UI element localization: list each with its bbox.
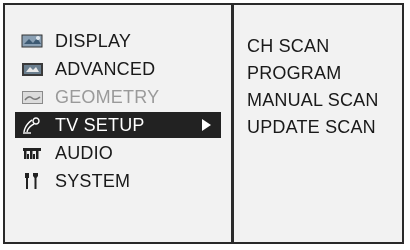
- advanced-icon: [21, 60, 45, 78]
- panel-divider: [231, 5, 234, 242]
- menu-item-label: AUDIO: [55, 142, 114, 163]
- submenu-item-ch-scan[interactable]: CH SCAN: [247, 33, 379, 60]
- menu-item-system[interactable]: SYSTEM: [5, 167, 231, 195]
- osd-menu-frame: DISPLAY ADVANCED GEOMETRY TV SETUP AUDIO…: [3, 3, 404, 244]
- system-icon: [21, 172, 45, 190]
- geometry-icon: [21, 88, 45, 106]
- submenu-arrow-icon: [202, 119, 211, 131]
- menu-item-advanced[interactable]: ADVANCED: [5, 55, 231, 83]
- submenu-item-program[interactable]: PROGRAM: [247, 60, 379, 87]
- menu-item-label: SYSTEM: [55, 170, 131, 191]
- menu-item-label: GEOMETRY: [55, 86, 160, 107]
- submenu-item-update-scan[interactable]: UPDATE SCAN: [247, 114, 379, 141]
- menu-item-tv-setup[interactable]: TV SETUP: [15, 112, 221, 138]
- main-menu: DISPLAY ADVANCED GEOMETRY TV SETUP AUDIO…: [5, 27, 231, 195]
- menu-item-display[interactable]: DISPLAY: [5, 27, 231, 55]
- submenu-item-manual-scan[interactable]: MANUAL SCAN: [247, 87, 379, 114]
- menu-item-label: DISPLAY: [55, 30, 132, 51]
- audio-icon: [21, 144, 45, 162]
- tv-setup-icon: [21, 116, 45, 134]
- menu-item-label: ADVANCED: [55, 58, 156, 79]
- tv-setup-submenu: CH SCAN PROGRAM MANUAL SCAN UPDATE SCAN: [247, 33, 379, 141]
- menu-item-geometry[interactable]: GEOMETRY: [5, 83, 231, 111]
- menu-item-audio[interactable]: AUDIO: [5, 139, 231, 167]
- menu-item-label: TV SETUP: [55, 114, 145, 135]
- display-icon: [21, 32, 45, 50]
